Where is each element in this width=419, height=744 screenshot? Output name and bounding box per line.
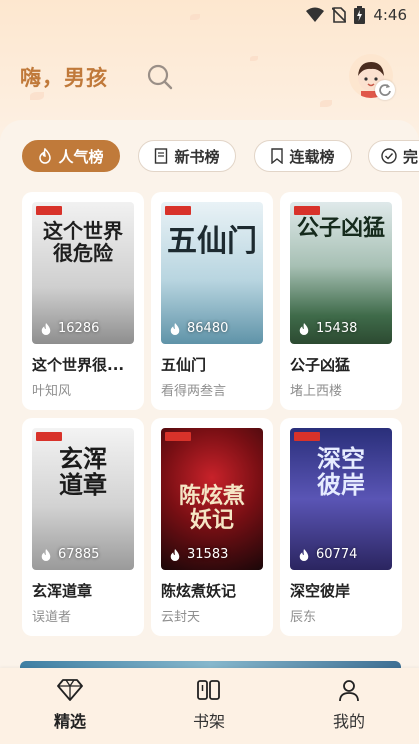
book-cover: 公子凶猛 15438	[290, 202, 392, 344]
book-title: 玄浑道章	[32, 582, 93, 600]
diamond-icon	[57, 679, 83, 701]
tab-popular[interactable]: 人气榜	[22, 140, 120, 172]
popularity-count: 15438	[298, 321, 357, 336]
popularity-count: 60774	[298, 547, 357, 562]
no-sim-icon	[332, 7, 347, 23]
cover-title: 公子凶猛	[296, 215, 385, 241]
book-title: 公子凶猛	[290, 356, 351, 374]
heat-value: 31583	[187, 547, 229, 562]
book-author: 云封天	[161, 610, 201, 625]
book-cover: 玄浑道章 67885	[32, 428, 134, 570]
publisher-badge	[294, 432, 320, 441]
cover-title: 陈炫煮妖记	[178, 483, 245, 533]
book-title: 五仙门	[161, 356, 207, 374]
tab-label: 连载榜	[289, 147, 335, 166]
publisher-badge	[36, 206, 62, 215]
popularity-count: 67885	[40, 547, 99, 562]
search-button[interactable]	[146, 63, 174, 91]
cover-title: 深空彼岸	[317, 444, 365, 499]
book-title: 这个世界很...	[32, 356, 125, 374]
fire-icon	[170, 322, 180, 335]
cover-title: 五仙门	[167, 224, 257, 259]
cover-title: 这个世界很危险	[43, 219, 123, 265]
book-icon	[155, 148, 168, 164]
book-author: 堵上西楼	[290, 384, 343, 399]
search-icon	[147, 64, 173, 90]
publisher-badge	[165, 206, 191, 215]
popularity-count: 16286	[40, 321, 99, 336]
cover-title: 玄浑道章	[59, 444, 107, 499]
popularity-count: 86480	[169, 321, 228, 336]
bookmark-icon	[271, 148, 284, 164]
book-title: 深空彼岸	[290, 582, 351, 600]
profile-icon	[339, 680, 359, 702]
book-author: 误道者	[32, 610, 72, 625]
book-cover: 深空彼岸 60774	[290, 428, 392, 570]
wifi-icon	[306, 7, 325, 22]
nav-label: 我的	[332, 712, 365, 731]
heat-value: 16286	[58, 321, 100, 336]
decor-petal	[320, 100, 332, 107]
heat-value: 67885	[58, 547, 100, 562]
nav-label: 精选	[53, 712, 86, 731]
publisher-badge	[294, 206, 320, 215]
publisher-badge	[36, 432, 62, 441]
ranking-tabs: 人气榜 新书榜 连载榜 完	[22, 140, 419, 174]
tab-label: 新书榜	[174, 147, 220, 166]
nav-bookshelf[interactable]: 书架	[164, 678, 254, 738]
book-author: 辰东	[290, 610, 317, 625]
nav-label: 书架	[192, 712, 225, 731]
switch-account-button[interactable]	[375, 80, 395, 100]
book-card[interactable]: 深空彼岸 60774 深空彼岸 辰东	[280, 418, 402, 636]
fire-icon	[39, 148, 52, 164]
check-circle-icon	[381, 148, 397, 164]
book-author: 叶知风	[32, 384, 72, 399]
fire-icon	[170, 548, 180, 561]
bookshelf-icon	[197, 680, 220, 700]
book-cover: 这个世界很危险 16286	[32, 202, 134, 344]
greeting-text: 嗨，男孩	[20, 66, 108, 90]
decor-petal	[30, 92, 44, 100]
tab-label: 完	[403, 147, 419, 166]
fire-icon	[41, 548, 51, 561]
book-card[interactable]: 玄浑道章 67885 玄浑道章 误道者	[22, 418, 144, 636]
tab-serial[interactable]: 连载榜	[254, 140, 352, 172]
nav-profile[interactable]: 我的	[304, 678, 394, 738]
book-author: 看得两叁言	[161, 384, 227, 399]
book-card[interactable]: 陈炫煮妖记 31583 陈炫煮妖记 云封天	[151, 418, 273, 636]
status-bar: 4:46	[0, 0, 419, 30]
popularity-count: 31583	[169, 547, 228, 562]
tab-new-books[interactable]: 新书榜	[138, 140, 236, 172]
book-title: 陈炫煮妖记	[161, 582, 237, 600]
book-cover: 陈炫煮妖记 31583	[161, 428, 263, 570]
publisher-badge	[165, 432, 191, 441]
bottom-nav: 精选 书架 我的	[0, 668, 419, 744]
heat-value: 15438	[316, 321, 358, 336]
book-cover: 五仙门 86480	[161, 202, 263, 344]
refresh-icon	[379, 84, 391, 96]
tab-completed[interactable]: 完	[368, 140, 419, 172]
nav-featured[interactable]: 精选	[25, 678, 115, 738]
battery-icon	[354, 6, 366, 24]
clock: 4:46	[373, 6, 407, 24]
book-card[interactable]: 这个世界很危险 16286 这个世界很... 叶知风	[22, 192, 144, 410]
heat-value: 86480	[187, 321, 229, 336]
fire-icon	[299, 322, 309, 335]
heat-value: 60774	[316, 547, 358, 562]
decor-petal	[250, 56, 258, 61]
book-card[interactable]: 五仙门 86480 五仙门 看得两叁言	[151, 192, 273, 410]
fire-icon	[41, 322, 51, 335]
fire-icon	[299, 548, 309, 561]
tab-label: 人气榜	[58, 147, 104, 166]
book-card[interactable]: 公子凶猛 15438 公子凶猛 堵上西楼	[280, 192, 402, 410]
